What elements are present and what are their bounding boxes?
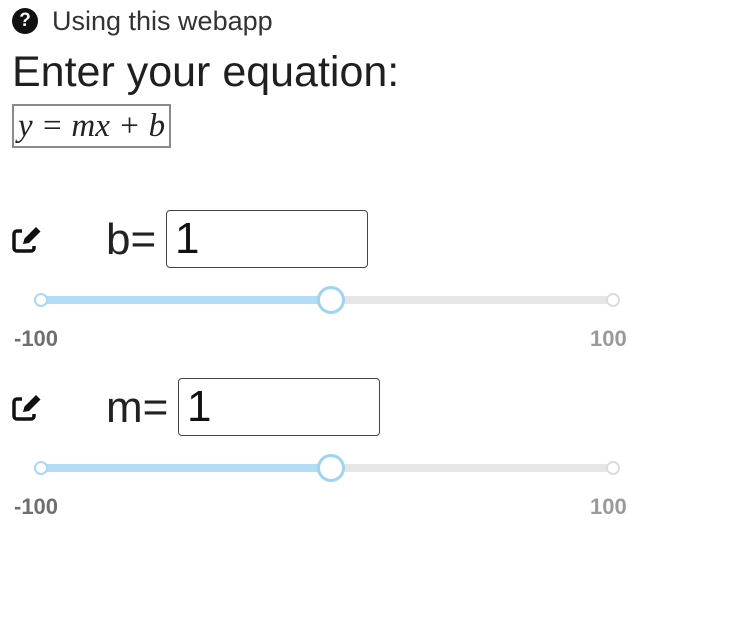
param-label-b: b= (106, 215, 157, 264)
slider-max-label: 100 (590, 326, 627, 351)
slider-m[interactable] (34, 454, 620, 482)
equation-display[interactable]: y = mx + b (12, 104, 172, 148)
slider-max-dot (606, 461, 620, 475)
param-input-m[interactable] (178, 378, 380, 436)
slider-handle[interactable] (316, 286, 345, 314)
slider-max-label: 100 (590, 494, 627, 519)
slider-fill (41, 464, 330, 472)
edit-icon[interactable] (12, 224, 44, 254)
slider-b[interactable] (34, 286, 620, 314)
slider-min-label: -100 (14, 326, 59, 351)
page-title: Enter your equation: (12, 48, 400, 96)
help-link[interactable]: ? Using this webapp (12, 6, 273, 36)
param-label-m: m= (106, 383, 169, 432)
slider-max-dot (606, 293, 620, 307)
question-circle-icon: ? (12, 8, 38, 34)
slider-min-label: -100 (14, 494, 59, 519)
slider-min-dot (34, 293, 48, 307)
slider-handle[interactable] (316, 454, 345, 482)
edit-icon[interactable] (12, 392, 44, 422)
slider-min-dot (34, 461, 48, 475)
slider-fill (41, 296, 330, 304)
help-link-label: Using this webapp (52, 5, 273, 36)
param-input-b[interactable] (166, 210, 368, 268)
